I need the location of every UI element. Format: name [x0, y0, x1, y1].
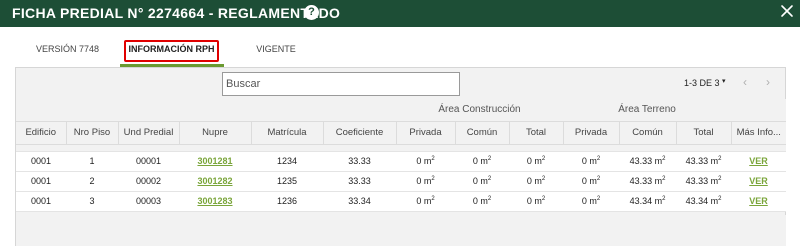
cell-terr-total: 43.33 m2 [676, 171, 732, 192]
cell-const-total: 0 m2 [509, 151, 563, 172]
nupre-link[interactable]: 3001283 [179, 191, 251, 212]
table-row: 0001 2 00002 3001282 1235 33.33 0 m2 0 m… [16, 171, 787, 192]
col-header-terr-total[interactable]: Total [676, 121, 732, 145]
rph-panel: 1-3 DE 3 ▾ ‹ › Área Construcción Área Te… [15, 67, 787, 246]
col-header-nupre[interactable]: Nupre [179, 121, 252, 145]
col-header-const-total[interactable]: Total [509, 121, 564, 145]
cell-und-predial: 00003 [118, 191, 179, 212]
pager-range: 1-3 DE 3 [684, 78, 720, 88]
cell-terr-total: 43.34 m2 [676, 191, 732, 212]
chevron-down-icon[interactable]: ▾ [722, 77, 726, 85]
cell-edificio: 0001 [16, 151, 66, 172]
group-header-row: Área Construcción Área Terreno [16, 99, 787, 122]
tab-bar: VERSIÓN 7748 INFORMACIÓN RPH VIGENTE [0, 27, 800, 67]
close-icon[interactable] [780, 4, 794, 18]
ver-link[interactable]: VER [731, 191, 787, 212]
group-header-blank-end [731, 99, 787, 122]
col-header-matricula[interactable]: Matrícula [251, 121, 324, 145]
cell-terr-total: 43.33 m2 [676, 151, 732, 172]
col-header-coeficiente[interactable]: Coeficiente [323, 121, 397, 145]
cell-const-comun: 0 m2 [455, 151, 509, 172]
cell-const-privada: 0 m2 [396, 191, 455, 212]
table-row: 0001 1 00001 3001281 1234 33.33 0 m2 0 m… [16, 151, 787, 172]
cell-const-privada: 0 m2 [396, 171, 455, 192]
cell-coeficiente: 33.34 [323, 191, 396, 212]
cell-coeficiente: 33.33 [323, 151, 396, 172]
cell-matricula: 1235 [251, 171, 323, 192]
col-header-const-privada[interactable]: Privada [396, 121, 456, 145]
table-empty-area [16, 215, 786, 246]
cell-const-total: 0 m2 [509, 171, 563, 192]
cell-edificio: 0001 [16, 191, 66, 212]
cell-und-predial: 00002 [118, 171, 179, 192]
col-header-const-comun[interactable]: Común [455, 121, 510, 145]
column-header-row: Edificio Nro Piso Und Predial Nupre Matr… [16, 121, 787, 145]
col-header-terr-comun[interactable]: Común [619, 121, 677, 145]
cell-coeficiente: 33.33 [323, 171, 396, 192]
cell-terr-privada: 0 m2 [563, 191, 619, 212]
title-bar: FICHA PREDIAL N° 2274664 - REGLAMENTADO … [0, 0, 800, 27]
question-circle-icon[interactable]: ? [304, 5, 319, 20]
col-header-nro-piso[interactable]: Nro Piso [66, 121, 119, 145]
cell-terr-comun: 43.34 m2 [619, 191, 676, 212]
cell-terr-privada: 0 m2 [563, 171, 619, 192]
cell-nro-piso: 3 [66, 191, 118, 212]
nupre-link[interactable]: 3001282 [179, 171, 251, 192]
tab-version[interactable]: VERSIÓN 7748 [30, 38, 105, 63]
cell-terr-comun: 43.33 m2 [619, 151, 676, 172]
cell-const-total: 0 m2 [509, 191, 563, 212]
tab-highlight-box [124, 40, 219, 62]
cell-edificio: 0001 [16, 171, 66, 192]
group-header-area-construccion: Área Construcción [396, 99, 563, 122]
chevron-left-icon[interactable]: ‹ [743, 75, 747, 89]
rph-table: Área Construcción Área Terreno Edificio … [16, 99, 787, 212]
col-header-mas-info: Más Info... [731, 121, 787, 145]
ver-link[interactable]: VER [731, 151, 787, 172]
group-header-blank [16, 99, 396, 122]
table-row: 0001 3 00003 3001283 1236 33.34 0 m2 0 m… [16, 191, 787, 212]
search-input[interactable] [222, 72, 460, 96]
ver-link[interactable]: VER [731, 171, 787, 192]
cell-nro-piso: 1 [66, 151, 118, 172]
cell-nro-piso: 2 [66, 171, 118, 192]
col-header-terr-privada[interactable]: Privada [563, 121, 620, 145]
header-spacer [16, 144, 787, 152]
col-header-edificio[interactable]: Edificio [16, 121, 67, 145]
tab-vigente[interactable]: VIGENTE [246, 38, 306, 63]
cell-und-predial: 00001 [118, 151, 179, 172]
cell-const-comun: 0 m2 [455, 191, 509, 212]
nupre-link[interactable]: 3001281 [179, 151, 251, 172]
cell-matricula: 1234 [251, 151, 323, 172]
group-header-area-terreno: Área Terreno [563, 99, 732, 122]
cell-const-comun: 0 m2 [455, 171, 509, 192]
col-header-und-predial[interactable]: Und Predial [118, 121, 180, 145]
cell-matricula: 1236 [251, 191, 323, 212]
cell-terr-privada: 0 m2 [563, 151, 619, 172]
chevron-right-icon[interactable]: › [766, 75, 770, 89]
cell-terr-comun: 43.33 m2 [619, 171, 676, 192]
cell-const-privada: 0 m2 [396, 151, 455, 172]
window-title: FICHA PREDIAL N° 2274664 - REGLAMENTADO [12, 5, 341, 21]
